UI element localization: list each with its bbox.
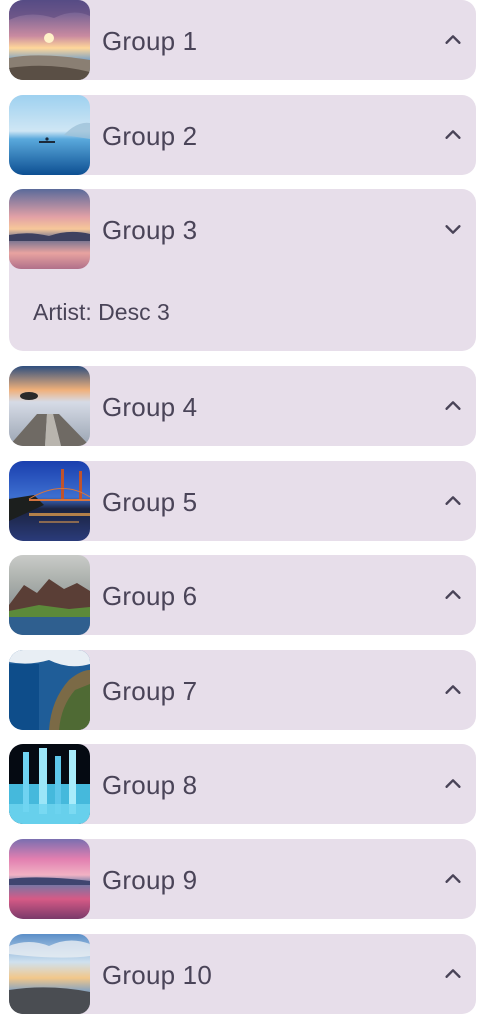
group-card: Group 9 <box>9 839 476 919</box>
group-header[interactable]: Group 1 <box>9 0 476 80</box>
group-thumbnail <box>9 189 90 269</box>
group-card: Group 5 <box>9 461 476 541</box>
group-title: Group 10 <box>102 960 213 990</box>
chevron-up-icon[interactable] <box>442 395 464 417</box>
group-thumbnail <box>9 461 90 541</box>
group-title: Group 1 <box>102 26 198 56</box>
group-card: Group 4 <box>9 366 476 446</box>
group-card: Group 6 <box>9 555 476 635</box>
group-description: Artist: Desc 3 <box>33 299 170 325</box>
group-title: Group 7 <box>102 676 198 706</box>
group-title: Group 9 <box>102 865 198 895</box>
group-thumbnail <box>9 650 90 730</box>
group-body: Artist: Desc 3 <box>9 269 476 351</box>
group-header[interactable]: Group 9 <box>9 839 476 919</box>
group-card: Group 7 <box>9 650 476 730</box>
group-header[interactable]: Group 7 <box>9 650 476 730</box>
group-card: Group 8 <box>9 744 476 824</box>
chevron-up-icon[interactable] <box>442 773 464 795</box>
chevron-up-icon[interactable] <box>442 124 464 146</box>
group-header[interactable]: Group 3 <box>9 189 476 269</box>
group-card: Group 1 <box>9 0 476 80</box>
group-card-expanded: Group 3 Artist: Desc 3 <box>9 189 476 351</box>
group-thumbnail <box>9 95 90 175</box>
group-header[interactable]: Group 2 <box>9 95 476 175</box>
group-card: Group 2 <box>9 95 476 175</box>
chevron-up-icon[interactable] <box>442 868 464 890</box>
group-thumbnail <box>9 934 90 1014</box>
group-header[interactable]: Group 8 <box>9 744 476 824</box>
group-title: Group 8 <box>102 770 198 800</box>
group-thumbnail <box>9 0 90 80</box>
chevron-up-icon[interactable] <box>442 490 464 512</box>
chevron-down-icon[interactable] <box>442 218 464 240</box>
group-title: Group 3 <box>102 215 198 245</box>
group-thumbnail <box>9 555 90 635</box>
group-thumbnail <box>9 839 90 919</box>
group-title: Group 5 <box>102 487 198 517</box>
chevron-up-icon[interactable] <box>442 29 464 51</box>
group-header[interactable]: Group 10 <box>9 934 476 1014</box>
group-title: Group 6 <box>102 581 198 611</box>
group-header[interactable]: Group 6 <box>9 555 476 635</box>
group-header[interactable]: Group 5 <box>9 461 476 541</box>
group-thumbnail <box>9 366 90 446</box>
group-title: Group 4 <box>102 392 198 422</box>
group-title: Group 2 <box>102 121 198 151</box>
chevron-up-icon[interactable] <box>442 584 464 606</box>
chevron-up-icon[interactable] <box>442 963 464 985</box>
group-card: Group 10 <box>9 934 476 1014</box>
group-thumbnail <box>9 744 90 824</box>
group-header[interactable]: Group 4 <box>9 366 476 446</box>
chevron-up-icon[interactable] <box>442 679 464 701</box>
